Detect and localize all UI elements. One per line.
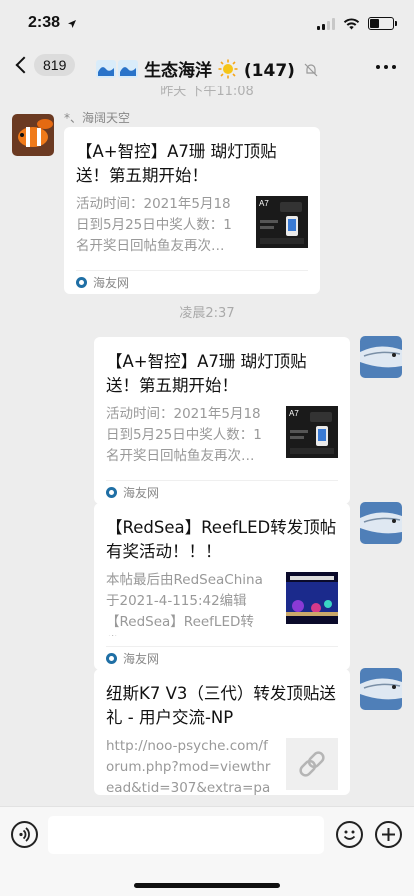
more-dot-icon bbox=[392, 65, 396, 69]
member-count: (147) bbox=[243, 61, 295, 81]
card-title: 纽斯K7 V3（三代）转发顶贴送礼 - 用户交流-NP bbox=[106, 684, 336, 727]
fish-avatar-icon bbox=[360, 668, 402, 710]
card-description: 活动时间：2021年5月18日到5月25日中奖人数：1名开奖日回帖鱼友再次… bbox=[106, 406, 262, 464]
link-card-message[interactable]: 【A+智控】A7珊 瑚灯顶贴送！第五期开始！ 活动时间：2021年5月18日到5… bbox=[94, 337, 350, 504]
avatar-self[interactable] bbox=[360, 502, 402, 544]
thumb-label: A7 bbox=[259, 199, 269, 208]
avatar-self[interactable] bbox=[360, 336, 402, 378]
wave-emoji-icon bbox=[96, 60, 139, 78]
chat-title-text: 生态海洋 bbox=[144, 61, 213, 81]
wifi-icon bbox=[343, 17, 360, 29]
chat-area[interactable]: 昨天 下午11:08 *、海阔天空 【A+智控】A7珊 瑚灯顶贴送！第五期开始！… bbox=[0, 86, 414, 806]
cellular-signal-icon bbox=[317, 17, 335, 30]
link-thumbnail bbox=[286, 738, 338, 790]
more-dot-icon bbox=[384, 65, 388, 69]
fish-avatar-icon bbox=[360, 502, 402, 544]
more-dot-icon bbox=[376, 65, 380, 69]
card-description: 本帖最后由RedSeaChina于2021-4-115:42编辑【RedSea】… bbox=[106, 572, 263, 636]
smiley-icon bbox=[343, 830, 356, 840]
fish-avatar-icon bbox=[360, 336, 402, 378]
sun-emoji-icon bbox=[218, 59, 238, 79]
card-description: http://noo-psyche.com/forum.php?mod=view… bbox=[106, 738, 271, 802]
avatar-clownfish[interactable] bbox=[12, 114, 54, 156]
link-card-message[interactable]: 纽斯K7 V3（三代）转发顶贴送礼 - 用户交流-NP http://noo-p… bbox=[94, 669, 350, 802]
location-arrow-icon bbox=[68, 20, 76, 28]
status-bar: 2:38 bbox=[0, 0, 414, 48]
card-source: 海友网 bbox=[106, 646, 338, 670]
source-name: 海友网 bbox=[123, 486, 160, 500]
reef-tank-thumbnail bbox=[286, 572, 338, 624]
source-name: 海友网 bbox=[93, 276, 130, 290]
chat-title[interactable]: 生态海洋 (147) bbox=[0, 56, 414, 81]
source-app-icon bbox=[106, 487, 117, 498]
card-source: 海友网 bbox=[76, 270, 308, 294]
link-card-message[interactable]: 【RedSea】ReefLED转发顶帖有奖活动！！！ 本帖最后由RedSeaCh… bbox=[94, 503, 350, 670]
home-indicator bbox=[134, 883, 280, 888]
card-description: 活动时间：2021年5月18日到5月25日中奖人数：1名开奖日回帖鱼友再次… bbox=[76, 196, 232, 254]
timestamp-partial: 昨天 下午11:08 bbox=[160, 86, 254, 99]
battery-icon bbox=[368, 17, 397, 30]
sender-name: *、海阔天空 bbox=[64, 111, 131, 125]
voice-icon bbox=[19, 827, 30, 842]
thumb-label: A7 bbox=[289, 409, 299, 418]
more-options-button[interactable] bbox=[376, 65, 396, 69]
source-app-icon bbox=[106, 653, 117, 664]
avatar-self[interactable] bbox=[360, 668, 402, 710]
message-input[interactable] bbox=[48, 816, 324, 854]
voice-input-button[interactable] bbox=[11, 821, 38, 848]
clownfish-avatar-icon bbox=[12, 114, 54, 156]
mute-bell-icon bbox=[304, 63, 318, 77]
source-app-icon bbox=[76, 277, 87, 288]
a7-light-thumbnail: A7 bbox=[286, 406, 338, 458]
emoji-button[interactable] bbox=[336, 821, 363, 848]
input-bar bbox=[0, 806, 414, 896]
card-title: 【RedSea】ReefLED转发顶帖有奖活动！！！ bbox=[106, 518, 337, 561]
card-title: 【A+智控】A7珊 瑚灯顶贴送！第五期开始！ bbox=[106, 352, 307, 395]
status-icons bbox=[317, 17, 397, 30]
more-functions-button[interactable] bbox=[375, 821, 402, 848]
plus-icon bbox=[382, 828, 395, 841]
a7-light-thumbnail: A7 bbox=[256, 196, 308, 248]
status-time: 2:38 bbox=[28, 14, 61, 31]
card-source: 海友网 bbox=[106, 480, 338, 504]
link-icon bbox=[299, 751, 325, 777]
timestamp: 凌晨2:37 bbox=[179, 306, 235, 321]
link-card-message[interactable]: 【A+智控】A7珊 瑚灯顶贴送！第五期开始！ 活动时间：2021年5月18日到5… bbox=[64, 127, 320, 294]
nav-bar: 819 生态海洋 (147) bbox=[0, 48, 414, 86]
source-name: 海友网 bbox=[123, 652, 160, 666]
card-title: 【A+智控】A7珊 瑚灯顶贴送！第五期开始！ bbox=[76, 142, 277, 185]
